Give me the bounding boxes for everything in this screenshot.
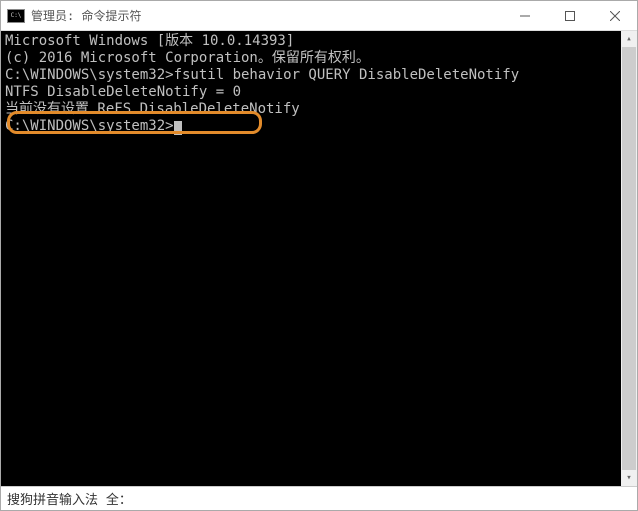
titlebar[interactable]: 管理员: 命令提示符 [1,1,637,31]
terminal-output: Microsoft Windows [版本 10.0.14393](c) 201… [5,33,633,135]
ime-status-text: 搜狗拼音输入法 全： [7,489,132,508]
scrollbar-track[interactable] [621,47,637,470]
cmd-window: 管理员: 命令提示符 Microsoft Windows [版本 10.0.14… [0,0,638,511]
ime-status-bar: 搜狗拼音输入法 全： [1,486,637,510]
window-controls [502,1,637,30]
window-title: 管理员: 命令提示符 [31,7,502,24]
terminal-line: Microsoft Windows [版本 10.0.14393] [5,33,633,50]
terminal-line: 当前没有设置 ReFS DisableDeleteNotify [5,101,633,118]
scroll-down-button[interactable]: ▾ [621,470,637,486]
terminal-cursor [174,121,182,135]
terminal-line: (c) 2016 Microsoft Corporation。保留所有权利。 [5,50,633,67]
close-button[interactable] [592,1,637,30]
maximize-button[interactable] [547,1,592,30]
scrollbar-thumb[interactable] [622,47,636,470]
cmd-icon [7,9,25,23]
scroll-up-button[interactable]: ▴ [621,31,637,47]
terminal-area[interactable]: Microsoft Windows [版本 10.0.14393](c) 201… [1,31,637,486]
terminal-line: C:\WINDOWS\system32> [5,118,633,135]
vertical-scrollbar[interactable]: ▴ ▾ [621,31,637,486]
minimize-button[interactable] [502,1,547,30]
terminal-line: NTFS DisableDeleteNotify = 0 [5,84,633,101]
terminal-line: C:\WINDOWS\system32>fsutil behavior QUER… [5,67,633,84]
